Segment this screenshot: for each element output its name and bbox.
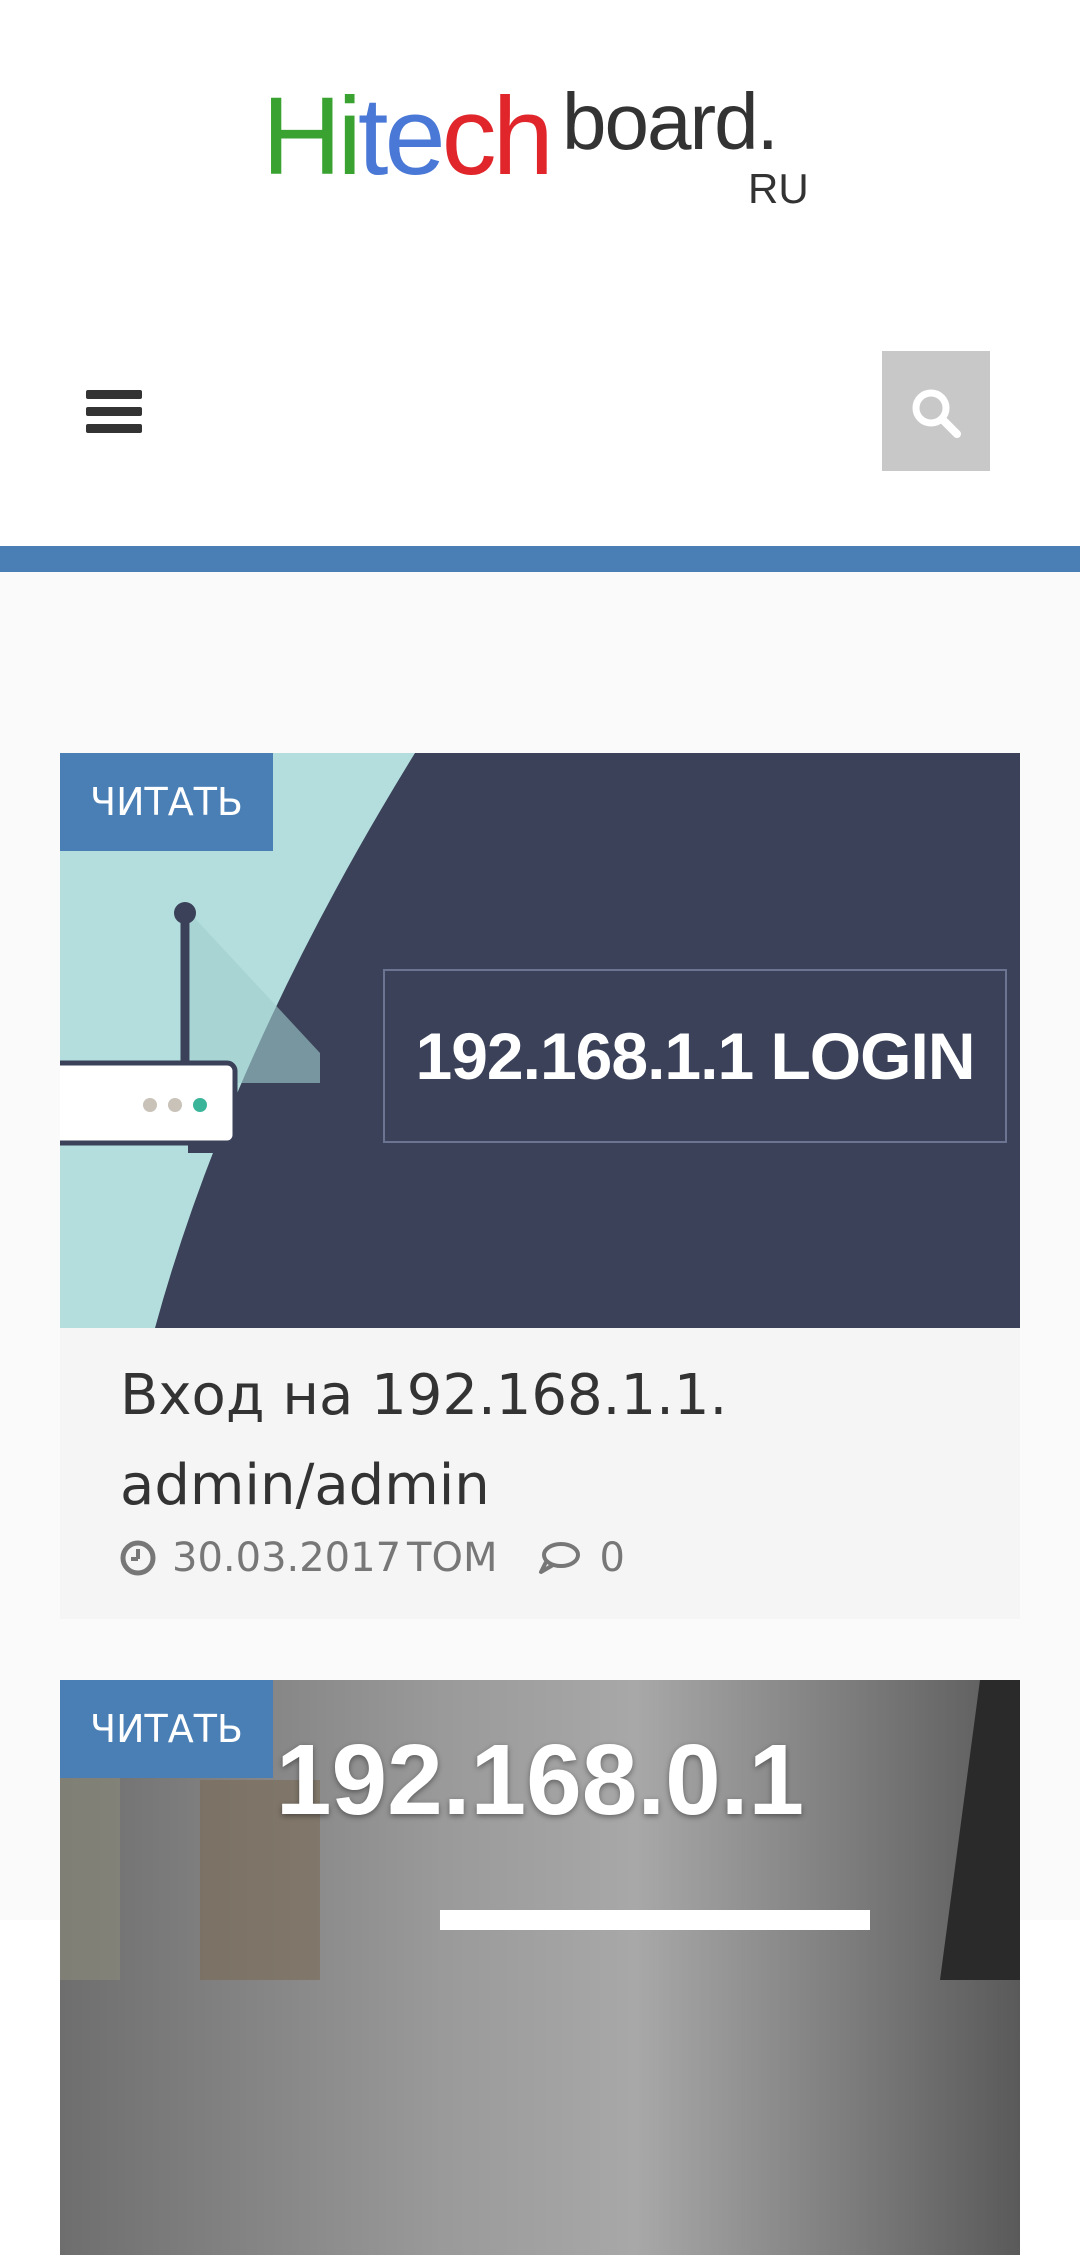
- logo-board: board.: [562, 77, 779, 166]
- clock-icon: [120, 1540, 156, 1576]
- read-badge[interactable]: ЧИТАТЬ: [60, 753, 273, 851]
- post-date[interactable]: 30.03.2017: [172, 1535, 401, 1581]
- comment-count[interactable]: 0: [599, 1535, 624, 1581]
- post-author[interactable]: TOM: [407, 1535, 497, 1581]
- post-title[interactable]: Вход на 192.168.1.1. admin/admin: [120, 1351, 940, 1531]
- read-badge[interactable]: ЧИТАТЬ: [60, 1680, 273, 1778]
- logo-part-hi: Hi: [262, 75, 362, 198]
- main-content: 192.168.1.1 LOGIN ЧИТАТЬ Вход на 192.168…: [0, 572, 1080, 2255]
- site-header: Hitech board. RU: [0, 0, 1080, 546]
- comment-icon: [539, 1542, 581, 1574]
- logo-ru: RU: [748, 165, 809, 212]
- search-button[interactable]: [882, 351, 990, 471]
- logo-part-ch: ch: [441, 75, 554, 198]
- post-card: 192.168.1.1 LOGIN ЧИТАТЬ Вход на 192.168…: [60, 753, 1020, 1619]
- site-logo[interactable]: Hitech board. RU: [262, 82, 822, 222]
- logo-part-te: te: [357, 75, 446, 198]
- post-card: 192.168.0.1 ЧИТАТЬ: [60, 1680, 1020, 2255]
- post-meta: 30.03.2017 TOM 0: [120, 1533, 625, 1583]
- image-login-box: 192.168.1.1 LOGIN: [383, 969, 1007, 1143]
- hamburger-menu-icon[interactable]: [86, 390, 142, 440]
- image-caption: 192.168.1.1 LOGIN: [415, 1019, 976, 1093]
- nav-divider-bar: [0, 546, 1080, 572]
- logo-hitech: Hitech: [262, 82, 554, 192]
- image-white-strip: [440, 1910, 870, 1930]
- search-icon: [912, 389, 961, 438]
